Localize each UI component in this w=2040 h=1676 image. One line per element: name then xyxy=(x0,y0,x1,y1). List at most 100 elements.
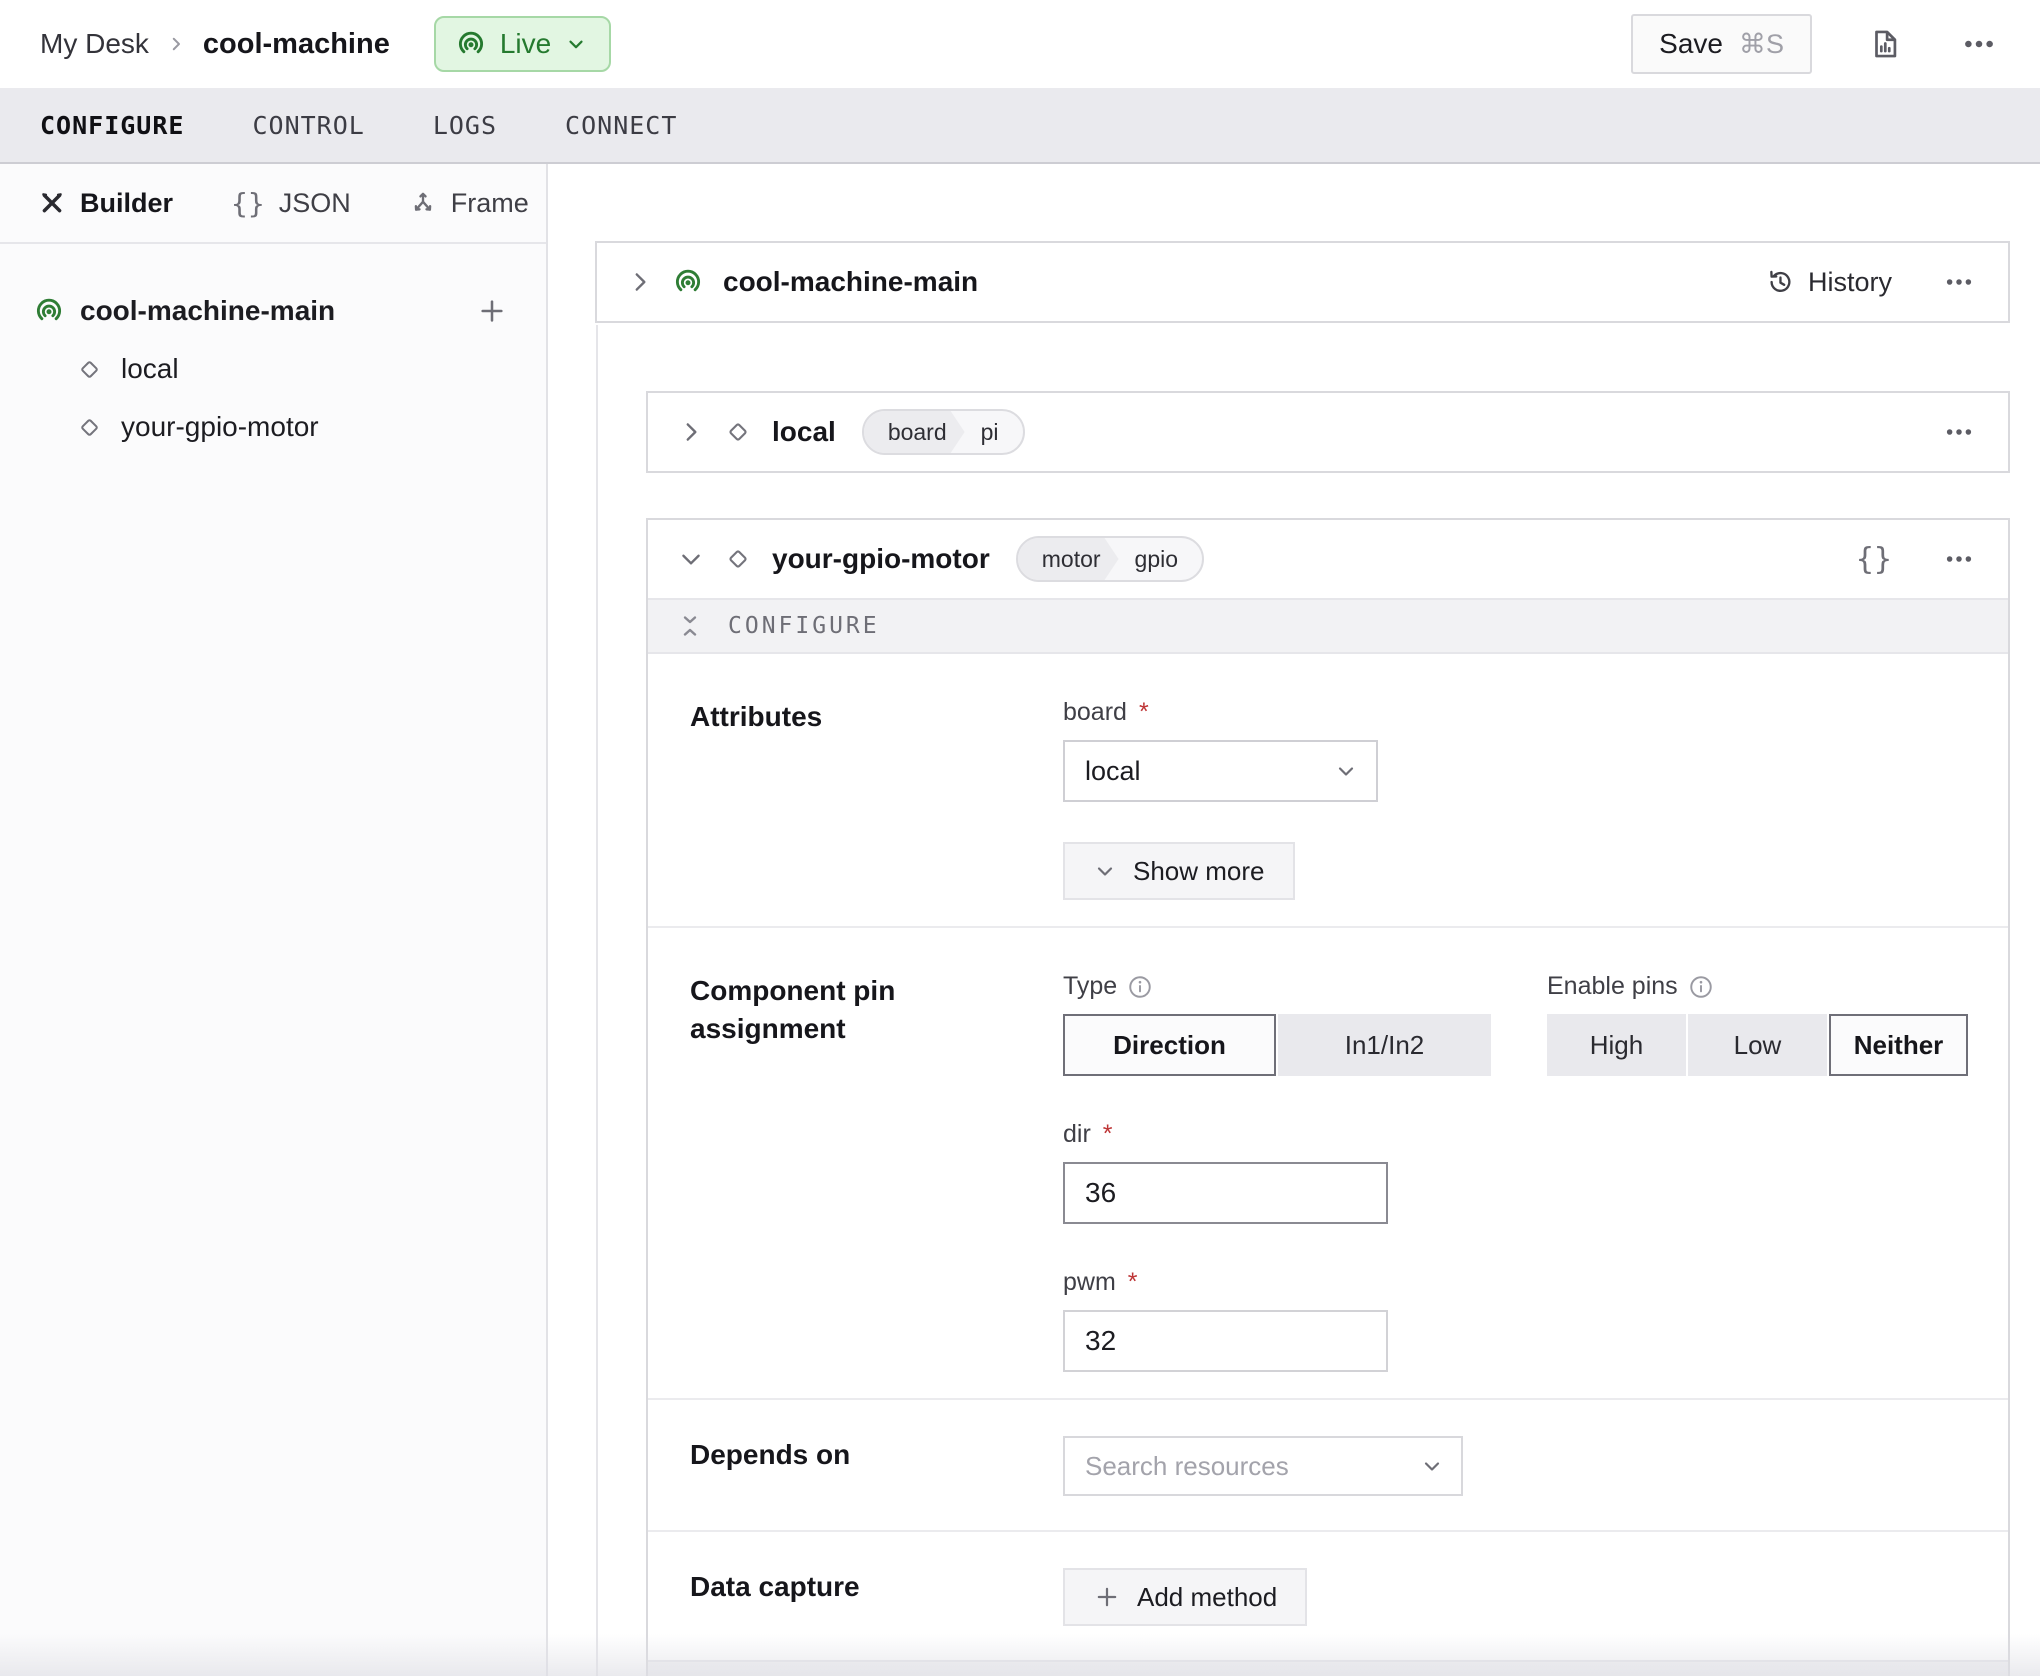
app-root: My Desk cool-machine Live Save ⌘S xyxy=(0,0,2040,1676)
type-option-direction[interactable]: Direction xyxy=(1063,1014,1276,1076)
chevron-right-icon[interactable] xyxy=(678,419,704,445)
show-more-label: Show more xyxy=(1133,856,1265,887)
local-card-menu-icon[interactable] xyxy=(1940,413,1978,451)
tree-item-your-gpio-motor[interactable]: your-gpio-motor xyxy=(34,398,508,456)
depends-on-label: Depends on xyxy=(690,1436,950,1496)
chevron-right-icon[interactable] xyxy=(627,269,653,295)
motor-card-menu-icon[interactable] xyxy=(1940,540,1978,578)
local-type-tag: board pi xyxy=(862,409,1025,455)
dir-input[interactable] xyxy=(1063,1162,1388,1224)
type-field-label: Type xyxy=(1063,972,1491,1001)
required-marker: * xyxy=(1128,1268,1138,1297)
local-card-header[interactable]: local board pi xyxy=(648,393,2008,471)
machine-part-card: cool-machine-main History xyxy=(595,241,2010,323)
show-more-button[interactable]: Show more xyxy=(1063,842,1295,900)
motor-card-header[interactable]: your-gpio-motor motor gpio {} xyxy=(648,520,2008,598)
config-sidebar: Builder {} JSON Frame xyxy=(0,164,548,1676)
gpio-motor-card: your-gpio-motor motor gpio {} xyxy=(646,518,2010,1676)
tree-item-machine[interactable]: cool-machine-main xyxy=(34,282,508,340)
tag-type: board xyxy=(864,411,965,453)
tab-connect[interactable]: CONNECT xyxy=(565,111,677,140)
board-select-value: local xyxy=(1085,756,1141,787)
chevron-down-icon xyxy=(1093,859,1117,883)
view-frame[interactable]: Frame xyxy=(409,188,529,219)
machine-report-icon[interactable] xyxy=(1864,23,1906,65)
local-board-card: local board pi xyxy=(646,391,2010,473)
configure-section-toggle[interactable]: CONFIGURE xyxy=(648,598,2008,654)
collapse-vertical-icon xyxy=(678,614,702,638)
history-label: History xyxy=(1808,267,1892,298)
pwm-input[interactable] xyxy=(1063,1310,1388,1372)
type-segmented-control: Direction In1/In2 xyxy=(1063,1014,1491,1076)
pwm-field: pwm* xyxy=(1063,1268,1968,1372)
topbar-actions: Save ⌘S xyxy=(1631,14,2000,74)
add-component-icon[interactable] xyxy=(476,295,508,327)
machine-part-icon xyxy=(673,267,703,297)
type-option-in1in2[interactable]: In1/In2 xyxy=(1278,1014,1491,1076)
machine-tab-bar: CONFIGURE CONTROL LOGS CONNECT xyxy=(0,88,2040,164)
component-diamond-icon xyxy=(76,414,103,441)
tree-motor-label: your-gpio-motor xyxy=(121,411,319,443)
more-menu-icon[interactable] xyxy=(1958,23,2000,65)
motor-json-icon[interactable]: {} xyxy=(1852,538,1896,581)
enable-option-low[interactable]: Low xyxy=(1688,1014,1827,1076)
tab-control[interactable]: CONTROL xyxy=(252,111,364,140)
add-method-button[interactable]: Add method xyxy=(1063,1568,1307,1626)
required-marker: * xyxy=(1103,1120,1113,1149)
info-icon[interactable] xyxy=(1127,974,1153,1000)
tag-model: pi xyxy=(965,411,1023,453)
test-section-toggle[interactable]: TEST xyxy=(648,1660,2008,1676)
view-json[interactable]: {} JSON xyxy=(231,187,351,220)
machine-status-dropdown[interactable]: Live xyxy=(434,16,611,72)
component-diamond-icon xyxy=(724,418,752,446)
motor-card-title: your-gpio-motor xyxy=(772,543,990,575)
enable-pins-segmented-control: High Low Neither xyxy=(1547,1014,1968,1076)
braces-icon: {} xyxy=(231,187,265,220)
pin-assignment-label: Component pin assignment xyxy=(690,972,950,1372)
machine-status-label: Live xyxy=(500,28,551,60)
board-select[interactable]: local xyxy=(1063,740,1378,802)
enable-pins-label: Enable pins xyxy=(1547,972,1968,1001)
save-button[interactable]: Save ⌘S xyxy=(1631,14,1812,74)
top-bar: My Desk cool-machine Live Save ⌘S xyxy=(0,0,2040,88)
data-capture-row: Data capture Add method xyxy=(648,1530,2008,1660)
view-builder-label: Builder xyxy=(80,188,173,219)
pwm-field-label: pwm* xyxy=(1063,1268,1968,1297)
tree-local-label: local xyxy=(121,353,179,385)
dir-field: dir* xyxy=(1063,1120,1968,1224)
component-diamond-icon xyxy=(724,545,752,573)
tag-type: motor xyxy=(1018,538,1119,580)
attributes-row: Attributes board* local xyxy=(648,654,2008,926)
resource-tree: cool-machine-main local your-gpio-motor xyxy=(0,244,546,456)
required-marker: * xyxy=(1139,698,1149,727)
tree-item-local[interactable]: local xyxy=(34,340,508,398)
tab-logs[interactable]: LOGS xyxy=(433,111,497,140)
type-field: Type Direction In1/In2 xyxy=(1063,972,1491,1076)
depends-on-select[interactable] xyxy=(1063,1436,1463,1496)
breadcrumb-chevron-icon xyxy=(167,35,185,53)
data-capture-label: Data capture xyxy=(690,1568,950,1626)
board-field-label: board* xyxy=(1063,698,1968,727)
tab-configure[interactable]: CONFIGURE xyxy=(40,111,184,140)
view-switcher: Builder {} JSON Frame xyxy=(0,164,546,244)
enable-option-neither[interactable]: Neither xyxy=(1829,1014,1968,1076)
history-button[interactable]: History xyxy=(1766,267,1892,298)
tree-machine-label: cool-machine-main xyxy=(80,295,335,327)
frame-axes-icon xyxy=(409,189,437,217)
attributes-label: Attributes xyxy=(690,698,950,900)
depends-on-search-input[interactable] xyxy=(1085,1451,1420,1482)
chevron-down-icon[interactable] xyxy=(678,546,704,572)
view-builder[interactable]: Builder xyxy=(38,188,173,219)
machine-card-header[interactable]: cool-machine-main History xyxy=(597,243,2008,321)
depends-on-row: Depends on xyxy=(648,1398,2008,1530)
breadcrumb-root[interactable]: My Desk xyxy=(40,28,149,60)
info-icon[interactable] xyxy=(1688,974,1714,1000)
dir-field-label: dir* xyxy=(1063,1120,1968,1149)
enable-option-high[interactable]: High xyxy=(1547,1014,1686,1076)
machine-card-menu-icon[interactable] xyxy=(1940,263,1978,301)
tree-thread-line xyxy=(596,325,598,1676)
history-clock-icon xyxy=(1766,268,1794,296)
config-canvas: cool-machine-main History xyxy=(548,164,2040,1676)
enable-pins-field: Enable pins High Low Neither xyxy=(1547,972,1968,1076)
view-json-label: JSON xyxy=(279,188,351,219)
